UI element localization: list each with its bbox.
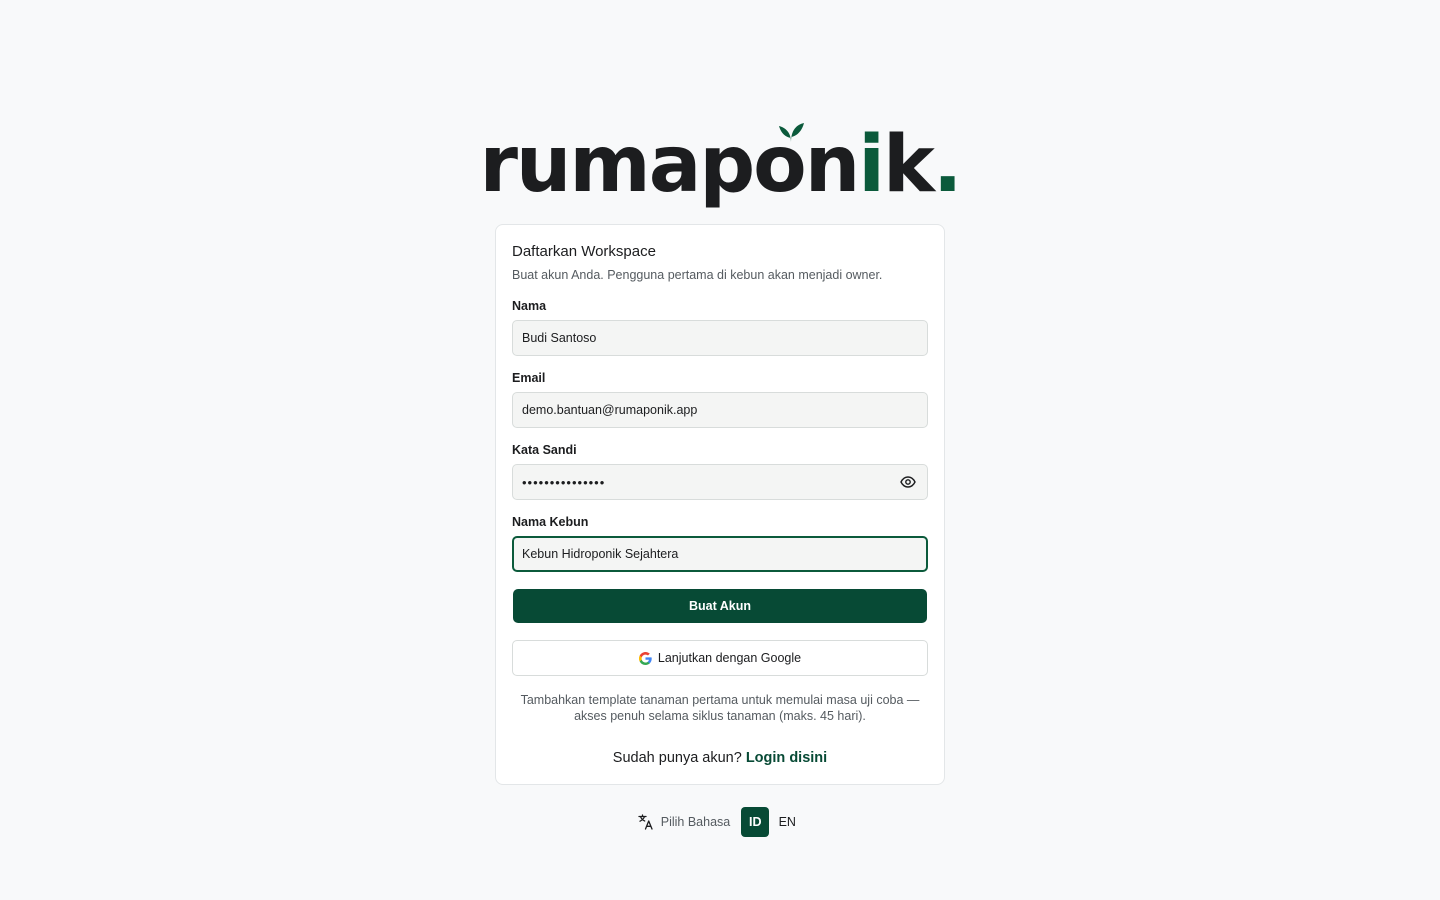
create-account-button[interactable]: Buat Akun bbox=[513, 589, 927, 623]
email-label: Email bbox=[512, 371, 546, 385]
password-label: Kata Sandi bbox=[512, 443, 577, 457]
language-label: Pilih Bahasa bbox=[660, 815, 731, 829]
wordmark-i: i bbox=[858, 120, 885, 210]
wordmark: rumaponik. bbox=[479, 123, 963, 204]
language-option-id[interactable]: ID bbox=[741, 807, 770, 837]
card-subtitle: Buat akun Anda. Pengguna pertama di kebu… bbox=[512, 268, 883, 282]
name-label: Nama bbox=[512, 299, 547, 313]
garden-name-input[interactable] bbox=[512, 536, 928, 572]
google-button-label: Lanjutkan dengan Google bbox=[657, 651, 802, 665]
language-selector: Pilih Bahasa ID EN bbox=[0, 807, 1440, 837]
google-icon bbox=[638, 651, 652, 665]
name-input[interactable] bbox=[512, 320, 928, 356]
login-prompt: Sudah punya akun? bbox=[612, 750, 742, 766]
register-card: Daftarkan Workspace Buat akun Anda. Peng… bbox=[495, 224, 945, 785]
toggle-password-button[interactable] bbox=[898, 472, 918, 492]
google-signin-button[interactable]: Lanjutkan dengan Google bbox=[512, 640, 928, 676]
login-row: Sudah punya akun? Login disini bbox=[496, 750, 944, 766]
eye-icon bbox=[900, 476, 916, 488]
email-input[interactable] bbox=[512, 392, 928, 428]
password-input[interactable] bbox=[512, 464, 928, 500]
translate-icon bbox=[637, 813, 655, 831]
login-link[interactable]: Login disini bbox=[746, 750, 827, 766]
wordmark-end: k bbox=[883, 120, 935, 210]
leaf-icon bbox=[779, 123, 805, 142]
wordmark-dot: . bbox=[932, 120, 963, 210]
language-option-en[interactable]: EN bbox=[773, 807, 801, 837]
card-title: Daftarkan Workspace bbox=[512, 243, 656, 260]
logo: rumaponik. bbox=[0, 112, 1440, 204]
garden-label: Nama Kebun bbox=[512, 515, 589, 529]
trial-note: Tambahkan template tanaman pertama untuk… bbox=[520, 693, 920, 723]
